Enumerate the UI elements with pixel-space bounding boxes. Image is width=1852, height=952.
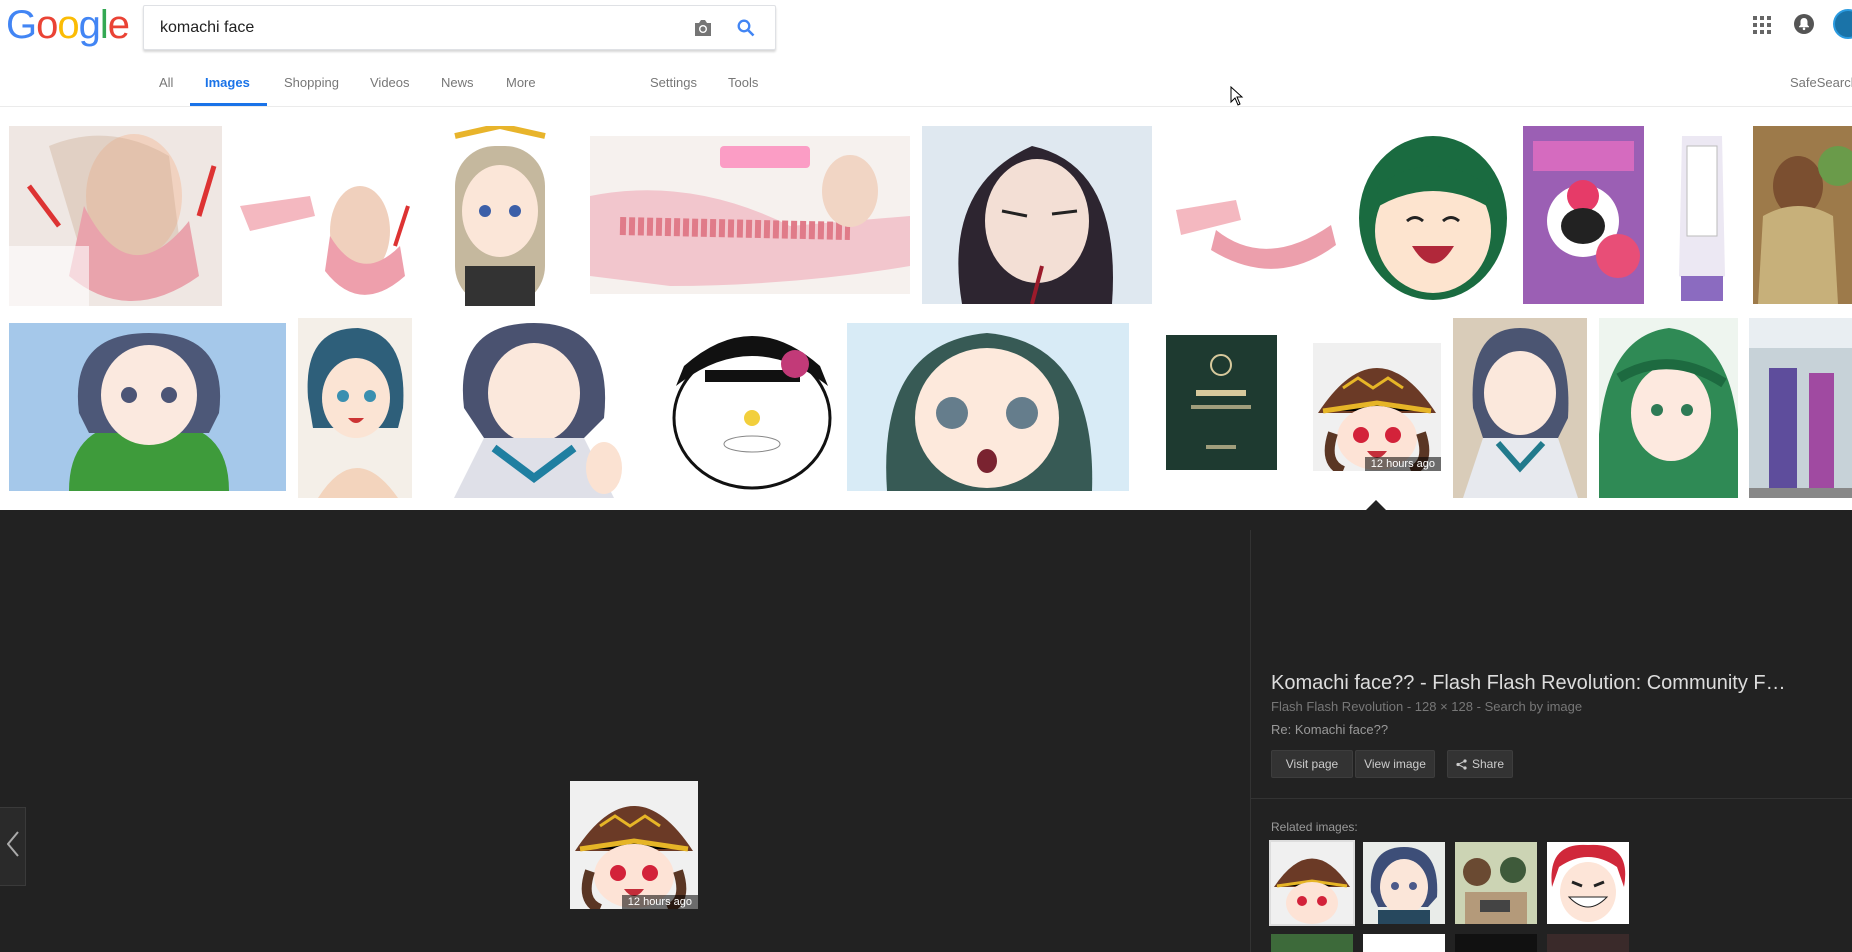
related-image[interactable] — [1363, 934, 1445, 952]
visit-page-button[interactable]: Visit page — [1271, 750, 1353, 778]
chevron-left-icon — [6, 831, 19, 862]
image-result[interactable] — [1176, 190, 1339, 290]
tab-more[interactable]: More — [506, 75, 536, 90]
search-tabs-nav: All Images Shopping Videos News More Set… — [0, 60, 1852, 107]
image-result[interactable] — [424, 318, 648, 498]
image-result[interactable] — [9, 323, 286, 491]
image-result[interactable] — [1599, 318, 1738, 498]
image-result[interactable] — [1753, 126, 1852, 304]
preview-image[interactable]: 12 hours ago — [570, 781, 698, 914]
related-image[interactable] — [1269, 840, 1355, 926]
related-image[interactable] — [1455, 934, 1537, 952]
tab-news[interactable]: News — [441, 75, 474, 90]
share-icon — [1456, 758, 1467, 770]
image-result[interactable] — [1523, 126, 1644, 304]
related-image[interactable] — [1547, 842, 1629, 924]
meta-separator: - — [1403, 699, 1415, 714]
safesearch-link[interactable]: SafeSearch — [1790, 75, 1852, 90]
camera-icon[interactable] — [691, 16, 715, 40]
timestamp-badge: 12 hours ago — [1364, 457, 1441, 471]
tools-link[interactable]: Tools — [728, 75, 758, 90]
search-box — [143, 5, 776, 50]
view-image-button[interactable]: View image — [1355, 750, 1435, 778]
image-result[interactable] — [847, 323, 1129, 491]
search-input[interactable] — [158, 16, 682, 40]
related-image[interactable] — [1547, 934, 1629, 952]
info-divider — [1250, 798, 1852, 799]
image-result[interactable] — [1453, 318, 1587, 498]
image-dimensions: 128 × 128 — [1414, 699, 1473, 714]
image-result[interactable] — [922, 126, 1152, 304]
avatar[interactable] — [1833, 9, 1852, 39]
search-by-image-link[interactable]: Search by image — [1485, 699, 1583, 714]
image-result[interactable] — [590, 136, 910, 294]
tab-videos[interactable]: Videos — [370, 75, 410, 90]
image-result[interactable] — [1166, 335, 1277, 470]
meta-separator: - — [1473, 699, 1485, 714]
apps-grid-icon[interactable] — [1751, 14, 1773, 36]
active-tab-indicator — [190, 103, 267, 106]
related-image[interactable] — [1271, 934, 1353, 952]
image-result[interactable] — [9, 126, 222, 306]
image-result[interactable] — [1667, 126, 1737, 304]
tab-images[interactable]: Images — [205, 75, 250, 90]
tab-all[interactable]: All — [159, 75, 173, 90]
image-result[interactable] — [1749, 318, 1852, 498]
image-result-selected[interactable]: 12 hours ago — [1313, 343, 1441, 471]
previous-image-button[interactable] — [0, 807, 26, 886]
share-button[interactable]: Share — [1447, 750, 1513, 778]
related-image[interactable] — [1363, 842, 1445, 924]
search-icon[interactable] — [734, 16, 758, 40]
share-label: Share — [1471, 757, 1505, 771]
preview-timestamp-badge: 12 hours ago — [621, 895, 698, 909]
google-logo[interactable]: Google — [6, 3, 130, 48]
source-link[interactable]: Flash Flash Revolution — [1271, 699, 1403, 714]
image-result[interactable] — [670, 326, 835, 491]
related-image[interactable] — [1455, 842, 1537, 924]
settings-link[interactable]: Settings — [650, 75, 697, 90]
viewer-title[interactable]: Komachi face?? - Flash Flash Revolution:… — [1271, 672, 1839, 695]
viewer-divider — [1250, 530, 1251, 952]
tab-shopping[interactable]: Shopping — [284, 75, 339, 90]
viewer-meta: Flash Flash Revolution - 128 × 128 - Sea… — [1271, 699, 1582, 714]
viewer-description: Re: Komachi face?? — [1271, 722, 1389, 737]
image-result[interactable] — [298, 318, 412, 498]
related-images-label: Related images: — [1271, 820, 1358, 834]
image-result[interactable] — [425, 126, 578, 306]
bell-icon[interactable] — [1793, 13, 1815, 35]
image-result[interactable] — [240, 176, 415, 306]
image-result[interactable] — [1357, 126, 1509, 304]
mouse-cursor-icon — [1230, 85, 1244, 111]
